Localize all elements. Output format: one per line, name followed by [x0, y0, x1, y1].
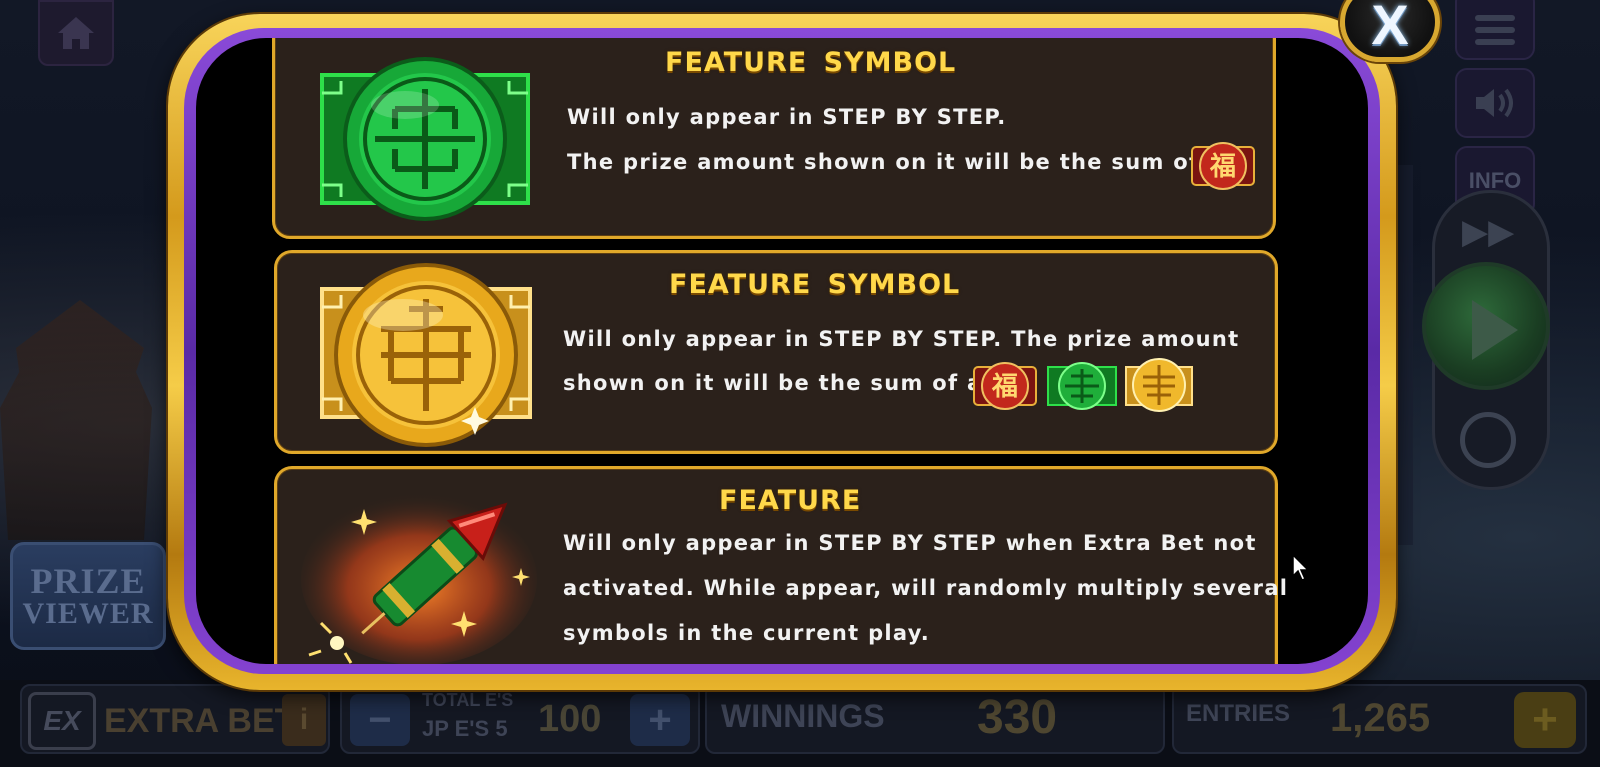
gold-coin-icon — [320, 263, 532, 447]
entries-label: ENTRIES — [1186, 700, 1291, 727]
bet-decrease-button[interactable]: − — [350, 694, 410, 746]
jp-label: JP E'S 5 — [422, 716, 508, 741]
spin-button[interactable] — [1422, 262, 1550, 390]
fu-glyph: 福 — [1209, 152, 1236, 182]
extra-bet-label: EXTRA BET — [104, 702, 296, 740]
panel-1-title: FEATURE SYMBOL — [665, 47, 957, 78]
home-button[interactable] — [38, 0, 114, 66]
jade-coin-mini-icon — [1047, 362, 1117, 410]
bet-panel: − TOTAL E'S JP E'S 5 100 + — [340, 684, 700, 754]
hamburger-icon — [1475, 15, 1515, 45]
firecracker-rocket-icon — [301, 493, 537, 664]
prize-viewer-line1: PRIZE — [30, 561, 146, 601]
panel-1-line-1: Will only appear in STEP BY STEP. — [567, 105, 1007, 129]
extra-bet-panel[interactable]: EX EXTRA BET i — [20, 684, 330, 754]
add-entries-button[interactable]: + — [1514, 692, 1576, 748]
prize-viewer-button[interactable]: PRIZE VIEWER — [10, 542, 166, 650]
bet-value: 100 — [538, 698, 602, 740]
menu-button[interactable] — [1455, 0, 1535, 60]
bet-increase-button[interactable]: + — [630, 694, 690, 746]
panel-2-title: FEATURE SYMBOL — [669, 269, 961, 300]
winnings-panel: WINNINGS 330 — [705, 684, 1165, 754]
gold-coin-mini-icon — [1125, 358, 1193, 412]
panel-3-line-1: Will only appear in STEP BY STEP when Ex… — [563, 531, 1257, 555]
sound-button[interactable] — [1455, 68, 1535, 138]
entries-panel: ENTRIES 1,265 + — [1172, 684, 1587, 754]
panel-3-title: FEATURE — [719, 485, 862, 516]
total-label: TOTAL E'S — [422, 690, 514, 710]
fast-forward-icon[interactable]: ▶▶ — [1462, 212, 1514, 252]
jade-coin-icon — [320, 57, 530, 221]
fu-symbol-icon: 福 — [973, 362, 1037, 410]
autoplay-icon[interactable] — [1460, 412, 1516, 468]
extra-bet-info-button[interactable]: i — [282, 694, 326, 746]
entries-value: 1,265 — [1330, 696, 1431, 740]
extra-bet-logo: EX — [28, 692, 96, 750]
feature-panel-jade: FEATURE SYMBOL Will only appear in STEP … — [272, 38, 1276, 239]
panel-2-line-1: Will only appear in STEP BY STEP. The pr… — [563, 327, 1240, 351]
home-icon — [58, 17, 94, 49]
panel-3-line-2: activated. While appear, will randomly m… — [563, 576, 1289, 600]
play-icon — [1472, 300, 1518, 360]
feature-panel-gold: FEATURE SYMBOL Will only appear in STEP … — [274, 250, 1278, 454]
panel-3-line-3: symbols in the current play. — [563, 621, 931, 645]
winnings-value: 330 — [977, 691, 1058, 744]
close-icon: X — [1371, 0, 1409, 56]
prize-viewer-line2: VIEWER — [22, 597, 154, 630]
feature-panel-firecracker: FEATURE Will only appear in STEP BY STEP… — [274, 466, 1287, 664]
close-button[interactable]: X — [1340, 0, 1440, 62]
fu-symbol-icon: 福 — [1191, 142, 1255, 190]
panel-2-line-2: shown on it will be the sum of all — [563, 371, 1000, 395]
mouse-cursor-icon — [1292, 554, 1310, 581]
fu-glyph: 福 — [991, 372, 1018, 402]
info-modal-content[interactable]: FEATURE SYMBOL Will only appear in STEP … — [196, 38, 1368, 664]
winnings-label: WINNINGS — [721, 698, 885, 734]
panel-1-line-2: The prize amount shown on it will be the… — [567, 150, 1241, 174]
speaker-icon — [1476, 88, 1513, 118]
